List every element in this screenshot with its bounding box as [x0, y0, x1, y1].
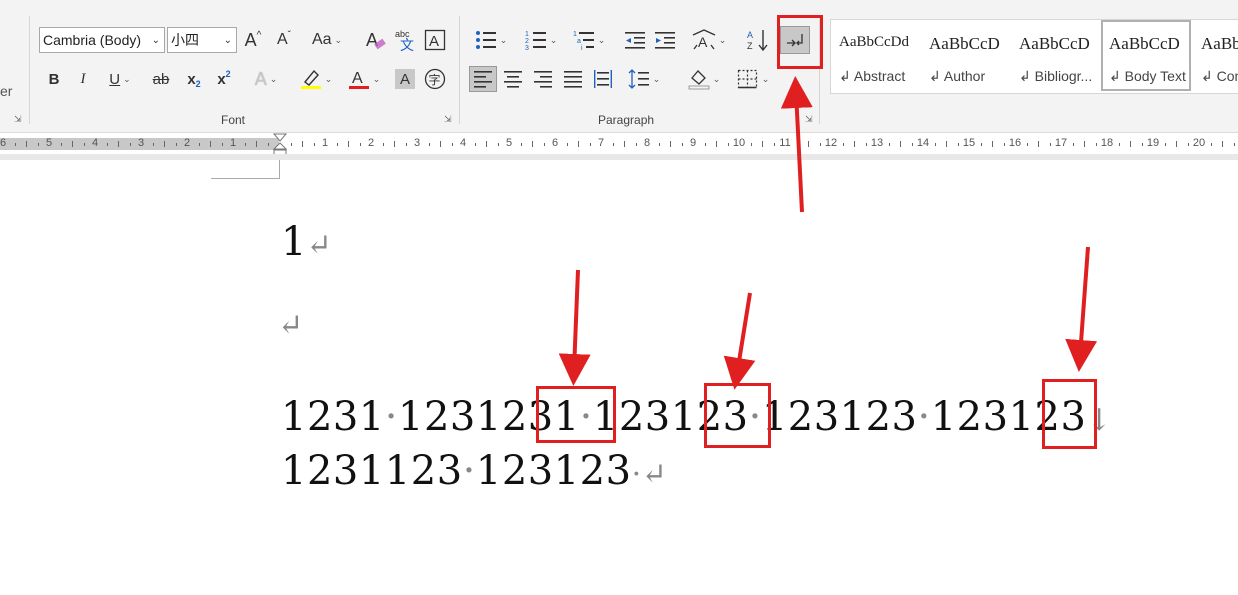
annotation-arrows	[558, 76, 1098, 390]
annotation-arrow	[558, 269, 591, 386]
annotation-arrow	[780, 76, 813, 213]
annotation-arrow	[1065, 246, 1098, 372]
annotation-arrow	[723, 292, 756, 390]
